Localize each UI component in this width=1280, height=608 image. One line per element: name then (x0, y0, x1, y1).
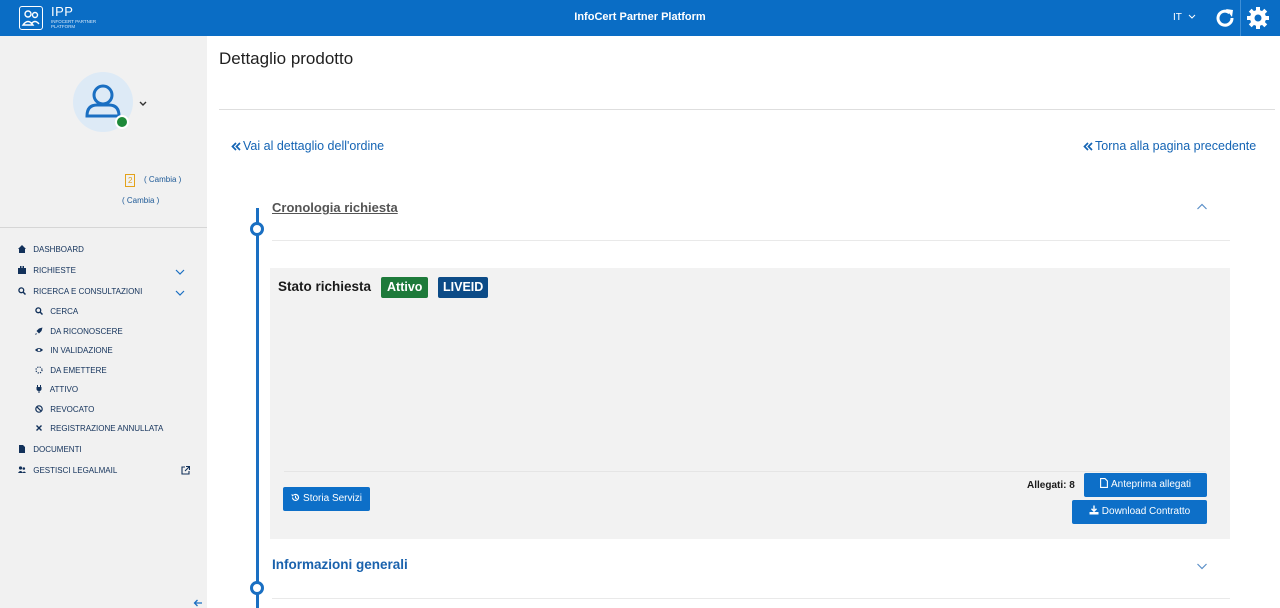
sidebar-item-label: DASHBOARD (33, 245, 84, 254)
sidebar-item-label: IN VALIDAZIONE (50, 346, 113, 355)
type-badge: LIVEID (438, 277, 489, 298)
timeline-dot (250, 581, 264, 595)
search-icon (18, 287, 26, 295)
refresh-icon[interactable] (1213, 6, 1237, 30)
arrow-left-icon[interactable] (193, 599, 203, 607)
sidebar-item-label: DA EMETTERE (50, 366, 107, 375)
history-icon (291, 493, 300, 501)
home-icon (18, 245, 26, 253)
sidebar-item-label: RICERCA E CONSULTAZIONI (33, 287, 143, 296)
eye-icon (35, 348, 43, 352)
chevron-down-icon[interactable] (139, 101, 147, 107)
ban-icon (35, 405, 43, 413)
sidebar-subitem-revocato[interactable]: REVOCATO (35, 405, 94, 414)
page-title: Dettaglio prodotto (219, 49, 354, 68)
sidebar-subitem-da-riconoscere[interactable]: DA RICONOSCERE (35, 327, 123, 336)
sidebar-item-documenti[interactable]: DOCUMENTI (18, 445, 82, 454)
sidebar-item-ricerca[interactable]: RICERCA E CONSULTAZIONI (18, 287, 142, 296)
language-selector[interactable]: IT (1173, 12, 1196, 23)
cambia-link[interactable]: ( Cambia ) (122, 196, 159, 205)
rocket-icon (35, 327, 43, 335)
search-icon (35, 307, 43, 315)
back-link[interactable]: Torna alla pagina precedente (1083, 139, 1256, 153)
sidebar-item-label: ATTIVO (49, 385, 79, 394)
stato-richiesta-label: Stato richiesta (278, 279, 372, 294)
download-icon (1089, 505, 1099, 515)
download-contratto-label: Download Contratto (1101, 506, 1191, 517)
spinner-icon (35, 366, 43, 374)
sidebar-subitem-attivo[interactable]: ATTIVO (35, 385, 78, 394)
allegati-count: Allegati: 8 (1027, 480, 1075, 491)
panel-divider (284, 471, 1206, 472)
file-icon (1100, 478, 1108, 488)
chevron-down-icon[interactable] (175, 290, 185, 296)
sidebar-divider (0, 227, 207, 228)
language-label: IT (1173, 12, 1182, 23)
sidebar-item-label: DOCUMENTI (33, 445, 82, 454)
chevron-up-icon[interactable] (1196, 203, 1208, 211)
file-icon (19, 445, 25, 453)
section-cronologia-header[interactable]: Cronologia richiesta (272, 200, 398, 215)
sidebar-item-label: REVOCATO (50, 405, 95, 414)
download-contratto-button[interactable]: Download Contratto (1072, 500, 1207, 524)
sidebar-subitem-cerca[interactable]: CERCA (35, 307, 78, 316)
sidebar-subitem-registrazione-annullata[interactable]: REGISTRAZIONE ANNULLATA (35, 424, 163, 433)
back-link-label: Torna alla pagina precedente (1095, 139, 1257, 153)
chevron-down-icon[interactable] (1196, 562, 1208, 570)
sidebar-item-label: CERCA (50, 307, 79, 316)
chevron-down-icon (1188, 14, 1195, 19)
sidebar-item-label: DA RICONOSCERE (50, 327, 123, 336)
chevron-down-icon[interactable] (175, 269, 185, 275)
plug-icon (36, 385, 42, 393)
sidebar-subitem-in-validazione[interactable]: IN VALIDAZIONE (35, 346, 113, 355)
timeline-dot (250, 222, 264, 236)
order-detail-link-label: Vai al dettaglio dell'ordine (243, 139, 385, 153)
sidebar-item-dashboard[interactable]: DASHBOARD (18, 245, 84, 254)
anteprima-allegati-button[interactable]: Anteprima allegati (1084, 473, 1207, 497)
order-detail-link[interactable]: Vai al dettaglio dell'ordine (231, 139, 384, 153)
sidebar-item-label: REGISTRAZIONE ANNULLATA (50, 424, 164, 433)
cambia-link[interactable]: ( Cambia ) (144, 175, 181, 184)
sidebar-item-label: RICHIESTE (33, 266, 76, 275)
anteprima-allegati-label: Anteprima allegati (1110, 479, 1192, 490)
count-badge: 2 (125, 174, 136, 187)
storia-servizi-label: Storia Servizi (303, 493, 362, 504)
status-badge: Attivo (381, 277, 429, 298)
users-icon (18, 466, 26, 473)
external-link-icon[interactable] (181, 466, 190, 475)
section-divider (272, 240, 1230, 241)
sidebar-item-gestisci-legalmail[interactable]: GESTISCI LEGALMAIL (18, 466, 117, 475)
stato-richiesta-panel (270, 268, 1230, 539)
sidebar-item-richieste[interactable]: RICHIESTE (18, 266, 76, 275)
timeline-line (256, 208, 259, 608)
section-informazioni-header[interactable]: Informazioni generali (272, 557, 408, 572)
gear-icon[interactable] (1246, 6, 1270, 30)
sidebar: 2 ( Cambia ) ( Cambia ) DASHBOARD RICHIE… (0, 36, 207, 608)
title-divider (219, 109, 1275, 110)
app-title: InfoCert Partner Platform (574, 11, 706, 23)
top-bar: IPP INFOCERT PARTNER PLATFORM InfoCert P… (0, 0, 1280, 36)
briefcase-icon (18, 266, 26, 274)
online-status-dot (115, 115, 129, 129)
sidebar-item-label: GESTISCI LEGALMAIL (33, 466, 118, 475)
topbar-divider (1240, 0, 1241, 36)
storia-servizi-button[interactable]: Storia Servizi (283, 487, 370, 511)
section-divider (272, 598, 1230, 599)
double-chevron-left-icon (231, 142, 241, 151)
times-icon (36, 425, 42, 431)
sidebar-subitem-da-emettere[interactable]: DA EMETTERE (35, 366, 107, 375)
double-chevron-left-icon (1083, 142, 1093, 151)
